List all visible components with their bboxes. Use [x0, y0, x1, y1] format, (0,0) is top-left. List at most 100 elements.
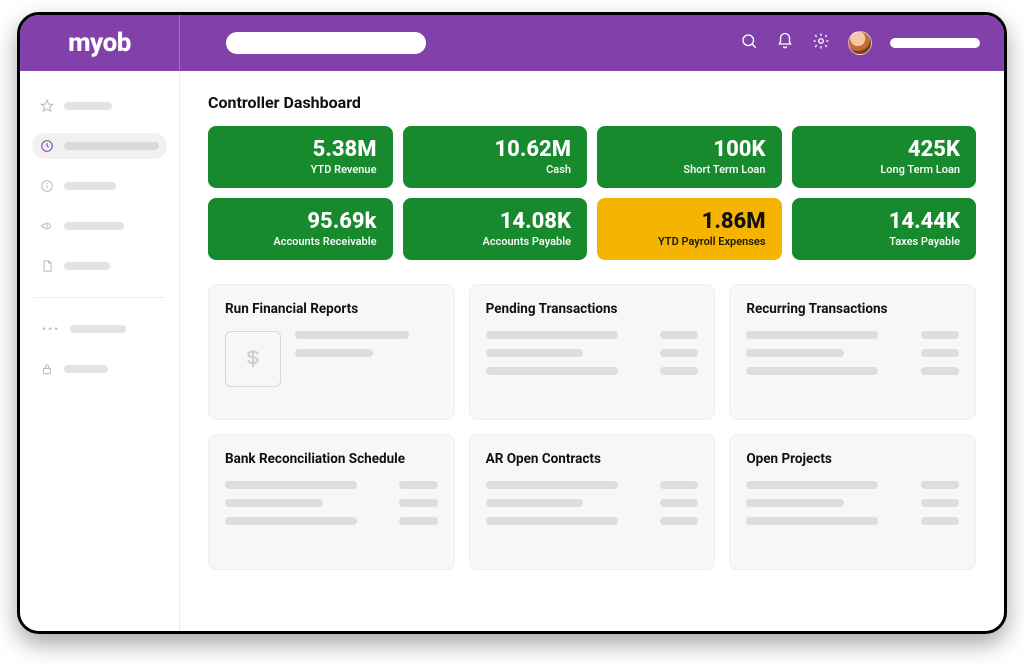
- panel[interactable]: Run Financial Reports: [208, 284, 455, 420]
- skeleton-row: [746, 499, 959, 507]
- sidebar-item-info[interactable]: [32, 173, 167, 199]
- kpi-value: 425K: [804, 138, 961, 161]
- panel-body: [225, 481, 438, 525]
- skeleton-line: [486, 481, 618, 489]
- topbar-actions: [740, 31, 980, 55]
- panel[interactable]: Bank Reconciliation Schedule: [208, 434, 455, 570]
- kpi-value: 5.38M: [220, 138, 377, 161]
- sidebar-item-favorites[interactable]: [32, 93, 167, 119]
- skeleton-row: [486, 349, 699, 357]
- sidebar-item-more[interactable]: •••: [32, 316, 167, 342]
- skeleton-line: [746, 367, 878, 375]
- panel-body: [746, 331, 959, 375]
- kpi-value: 100K: [609, 138, 766, 161]
- skeleton-line: [921, 331, 959, 339]
- kpi-label: Long Term Loan: [804, 163, 961, 176]
- avatar[interactable]: [848, 31, 872, 55]
- sidebar-item-security[interactable]: [32, 356, 167, 382]
- kpi-card[interactable]: 100K Short Term Loan: [597, 126, 782, 188]
- skeleton-line: [486, 367, 618, 375]
- panel[interactable]: Recurring Transactions: [729, 284, 976, 420]
- skeleton-column: [486, 481, 699, 525]
- skeleton-line: [225, 481, 357, 489]
- kpi-value: 95.69k: [220, 210, 377, 233]
- skeleton-line: [225, 499, 323, 507]
- kpi-grid: 5.38M YTD Revenue 10.62MCash 100K Short Term…: [208, 126, 976, 260]
- skeleton-line: [660, 349, 698, 357]
- kpi-value: 14.08K: [415, 210, 572, 233]
- panel[interactable]: Pending Transactions: [469, 284, 716, 420]
- kpi-label: Cash: [415, 163, 572, 176]
- skeleton-row: [225, 481, 438, 489]
- kpi-card[interactable]: 95.69k Accounts Receivable: [208, 198, 393, 260]
- sidebar-item-documents[interactable]: [32, 253, 167, 279]
- panel-title: Recurring Transactions: [746, 301, 959, 317]
- skeleton-line: [921, 481, 959, 489]
- sidebar-item-label: [64, 222, 124, 230]
- skeleton-line: [921, 349, 959, 357]
- kpi-card[interactable]: 1.86M YTD Payroll Expenses: [597, 198, 782, 260]
- kpi-card[interactable]: 5.38M YTD Revenue: [208, 126, 393, 188]
- page-title: Controller Dashboard: [208, 93, 976, 112]
- kpi-card[interactable]: 425K Long Term Loan: [792, 126, 977, 188]
- megaphone-icon: [40, 219, 54, 233]
- skeleton-row: [225, 499, 438, 507]
- panels-grid: Run Financial Reports Pending Transaction…: [208, 284, 976, 570]
- sidebar: •••: [20, 71, 180, 631]
- sidebar-item-label: [70, 325, 126, 333]
- panel-body: [486, 481, 699, 525]
- search-icon[interactable]: [740, 32, 758, 54]
- kpi-card[interactable]: 10.62MCash: [403, 126, 588, 188]
- panel-title: Pending Transactions: [486, 301, 699, 317]
- skeleton-row: [746, 481, 959, 489]
- skeleton-row: [746, 331, 959, 339]
- bell-icon[interactable]: [776, 32, 794, 54]
- sidebar-item-label: [64, 182, 116, 190]
- skeleton-column: [295, 331, 438, 387]
- kpi-card[interactable]: 14.44KTaxes Payable: [792, 198, 977, 260]
- sidebar-item-label: [64, 102, 112, 110]
- panel[interactable]: Open Projects: [729, 434, 976, 570]
- skeleton-line: [399, 481, 437, 489]
- brand-logo: myob: [68, 28, 131, 58]
- sidebar-separator: [34, 297, 165, 298]
- panel-body: [746, 481, 959, 525]
- skeleton-line: [921, 367, 959, 375]
- panel-title: AR Open Contracts: [486, 451, 699, 467]
- main-content: Controller Dashboard 5.38M YTD Revenue 10.…: [180, 71, 1004, 631]
- skeleton-row: [746, 349, 959, 357]
- kpi-label: Accounts Payable: [415, 235, 572, 248]
- kpi-label: Short Term Loan: [609, 163, 766, 176]
- skeleton-line: [660, 481, 698, 489]
- document-icon: [40, 259, 54, 273]
- panel-title: Run Financial Reports: [225, 301, 438, 317]
- clock-icon: [40, 139, 54, 153]
- skeleton-line: [746, 481, 878, 489]
- skeleton-row: [486, 481, 699, 489]
- skeleton-line: [660, 499, 698, 507]
- skeleton-line: [225, 517, 357, 525]
- kpi-label: Accounts Receivable: [220, 235, 377, 248]
- panel-body: [486, 331, 699, 375]
- search-input[interactable]: [226, 32, 426, 54]
- skeleton-line: [660, 517, 698, 525]
- skeleton-column: [486, 331, 699, 375]
- kpi-label: YTD Payroll Expenses: [609, 235, 766, 248]
- skeleton-line: [486, 499, 584, 507]
- sidebar-item-recent[interactable]: [32, 133, 167, 159]
- star-icon: [40, 99, 54, 113]
- dots-icon: •••: [40, 322, 60, 336]
- skeleton-row: [746, 517, 959, 525]
- sidebar-item-label: [64, 262, 110, 270]
- skeleton-row: [486, 367, 699, 375]
- sidebar-item-label: [64, 365, 108, 373]
- gear-icon[interactable]: [812, 32, 830, 54]
- skeleton-line: [921, 499, 959, 507]
- kpi-value: 1.86M: [609, 210, 766, 233]
- skeleton-line: [746, 331, 878, 339]
- panel[interactable]: AR Open Contracts: [469, 434, 716, 570]
- kpi-card[interactable]: 14.08K Accounts Payable: [403, 198, 588, 260]
- skeleton-column: [225, 481, 438, 525]
- sidebar-item-announcements[interactable]: [32, 213, 167, 239]
- kpi-label: YTD Revenue: [220, 163, 377, 176]
